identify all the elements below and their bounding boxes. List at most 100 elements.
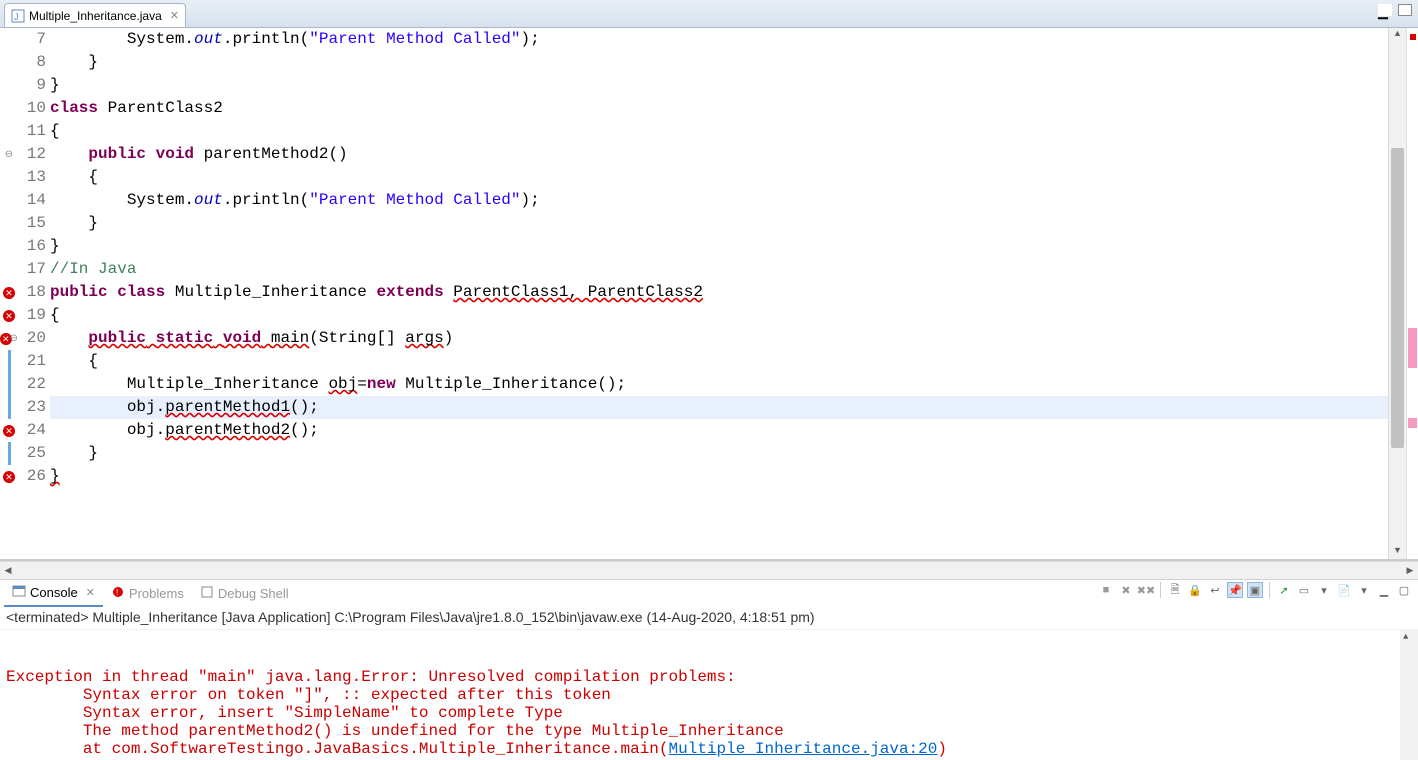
scroll-down-arrow-icon[interactable]: ▼ xyxy=(1391,545,1404,559)
console-toolbar: ■ ✖ ✖✖ 🗎 🔒 ↩ 📌 ▣ ➚ ▭ ▾ 📄 ▾ ▁ ▢ xyxy=(1098,582,1412,598)
scrollbar-thumb[interactable] xyxy=(1391,148,1404,448)
line-number: 12 xyxy=(18,143,46,166)
console-drop-down-icon[interactable]: ▾ xyxy=(1316,582,1332,598)
gutter-cell[interactable] xyxy=(0,166,18,189)
line-number-column: 7891011121314151617181920212223242526 xyxy=(18,28,50,559)
gutter-cell[interactable] xyxy=(0,396,18,419)
gutter-cell[interactable] xyxy=(0,212,18,235)
editor-tab[interactable]: J Multiple_Inheritance.java ✕ xyxy=(4,3,186,27)
scroll-right-arrow-icon[interactable]: ▶ xyxy=(1402,565,1418,576)
display-selected-button[interactable]: ▭ xyxy=(1296,582,1312,598)
close-console-icon[interactable]: ✕ xyxy=(86,586,95,599)
code-area[interactable]: System.out.println("Parent Method Called… xyxy=(50,28,1388,559)
gutter-cell[interactable]: ✕ xyxy=(0,304,18,327)
line-number: 13 xyxy=(18,166,46,189)
maximize-bottom-button[interactable]: ▢ xyxy=(1396,582,1412,598)
problems-tab-label: Problems xyxy=(129,586,184,601)
problems-icon: ! xyxy=(111,585,125,602)
gutter-cell[interactable]: ✕ xyxy=(0,281,18,304)
stack-trace-link[interactable]: Multiple_Inheritance.java:20 xyxy=(669,740,938,758)
line-number: 11 xyxy=(18,120,46,143)
gutter-cell[interactable] xyxy=(0,442,18,465)
code-line[interactable]: { xyxy=(50,350,1388,373)
gutter-cell[interactable] xyxy=(0,97,18,120)
code-line[interactable]: public class Multiple_Inheritance extend… xyxy=(50,281,1388,304)
code-line[interactable]: //In Java xyxy=(50,258,1388,281)
line-number: 7 xyxy=(18,28,46,51)
word-wrap-button[interactable]: ↩ xyxy=(1207,582,1223,598)
console-output[interactable]: ▲ Exception in thread "main" java.lang.E… xyxy=(0,630,1418,760)
code-line[interactable]: } xyxy=(50,442,1388,465)
remove-launch-button[interactable]: ✖ xyxy=(1118,582,1134,598)
error-icon: ✕ xyxy=(3,471,15,483)
overview-error-mark[interactable] xyxy=(1410,34,1416,40)
show-console-button[interactable]: ▣ xyxy=(1247,582,1263,598)
minimize-view-button[interactable]: ▁ xyxy=(1378,4,1392,16)
gutter-cell[interactable]: ✕ xyxy=(0,465,18,488)
maximize-view-button[interactable] xyxy=(1398,4,1412,16)
code-line[interactable]: } xyxy=(50,212,1388,235)
scroll-up-arrow-icon[interactable]: ▲ xyxy=(1391,28,1404,42)
code-line[interactable]: } xyxy=(50,51,1388,74)
code-line[interactable]: { xyxy=(50,120,1388,143)
code-line[interactable]: public void parentMethod2() xyxy=(50,143,1388,166)
code-editor[interactable]: ⊖✕✕✕⊖✕✕ 78910111213141516171819202122232… xyxy=(0,28,1418,561)
gutter-cell[interactable] xyxy=(0,235,18,258)
change-bar xyxy=(8,350,11,373)
gutter-cell[interactable] xyxy=(0,28,18,51)
code-line[interactable]: obj.parentMethod2(); xyxy=(50,419,1388,442)
gutter-cell[interactable]: ✕⊖ xyxy=(0,327,18,350)
open-console-button[interactable]: ➚ xyxy=(1276,582,1292,598)
gutter-cell[interactable] xyxy=(0,51,18,74)
remove-all-button[interactable]: ✖✖ xyxy=(1138,582,1154,598)
line-number: 25 xyxy=(18,442,46,465)
code-line[interactable]: Multiple_Inheritance obj=new Multiple_In… xyxy=(50,373,1388,396)
code-line[interactable]: } xyxy=(50,235,1388,258)
code-line[interactable]: { xyxy=(50,166,1388,189)
debug-shell-tab[interactable]: Debug Shell xyxy=(192,581,297,606)
gutter-cell[interactable]: ⊖ xyxy=(0,143,18,166)
java-file-icon: J xyxy=(11,9,25,23)
problems-tab[interactable]: ! Problems xyxy=(103,581,192,606)
scroll-left-arrow-icon[interactable]: ◀ xyxy=(0,565,16,576)
new-console-drop-down-icon[interactable]: ▾ xyxy=(1356,582,1372,598)
tab-filename: Multiple_Inheritance.java xyxy=(29,9,162,23)
vertical-scrollbar[interactable]: ▲ ▼ xyxy=(1388,28,1406,559)
console-tab-label: Console xyxy=(30,585,78,600)
gutter-cell[interactable] xyxy=(0,74,18,97)
console-line: Syntax error on token "]", :: expected a… xyxy=(6,686,1412,704)
code-line[interactable]: public static void main(String[] args) xyxy=(50,327,1388,350)
close-tab-icon[interactable]: ✕ xyxy=(170,9,179,22)
gutter-cell[interactable] xyxy=(0,258,18,281)
new-console-button[interactable]: 📄 xyxy=(1336,582,1352,598)
code-line[interactable]: { xyxy=(50,304,1388,327)
fold-icon[interactable]: ⊖ xyxy=(5,149,13,160)
console-tab[interactable]: Console ✕ xyxy=(4,580,103,607)
gutter-cell[interactable] xyxy=(0,350,18,373)
minimize-bottom-button[interactable]: ▁ xyxy=(1376,582,1392,598)
gutter-cell[interactable] xyxy=(0,120,18,143)
gutter-cell[interactable]: ✕ xyxy=(0,419,18,442)
code-line[interactable]: } xyxy=(50,74,1388,97)
gutter-cell[interactable] xyxy=(0,189,18,212)
scroll-lock-button[interactable]: 🔒 xyxy=(1187,582,1203,598)
console-launch-header: <terminated> Multiple_Inheritance [Java … xyxy=(0,607,1418,630)
pin-console-button[interactable]: 📌 xyxy=(1227,582,1243,598)
debug-shell-tab-label: Debug Shell xyxy=(218,586,289,601)
terminate-button[interactable]: ■ xyxy=(1098,582,1114,598)
clear-console-button[interactable]: 🗎 xyxy=(1167,582,1183,598)
console-vertical-scrollbar[interactable]: ▲ xyxy=(1400,630,1418,760)
horizontal-scrollbar[interactable]: ◀ ▶ xyxy=(0,561,1418,579)
code-line[interactable]: obj.parentMethod1(); xyxy=(50,396,1388,419)
fold-icon[interactable]: ⊖ xyxy=(10,333,18,344)
overview-change-mark[interactable] xyxy=(1408,418,1417,428)
overview-change-mark[interactable] xyxy=(1408,328,1417,368)
code-line[interactable]: System.out.println("Parent Method Called… xyxy=(50,189,1388,212)
code-line[interactable]: } xyxy=(50,465,1388,488)
code-line[interactable]: System.out.println("Parent Method Called… xyxy=(50,28,1388,51)
console-line: Syntax error, insert "SimpleName" to com… xyxy=(6,704,1412,722)
line-number: 18 xyxy=(18,281,46,304)
gutter-cell[interactable] xyxy=(0,373,18,396)
overview-ruler[interactable] xyxy=(1406,28,1418,559)
code-line[interactable]: class ParentClass2 xyxy=(50,97,1388,120)
